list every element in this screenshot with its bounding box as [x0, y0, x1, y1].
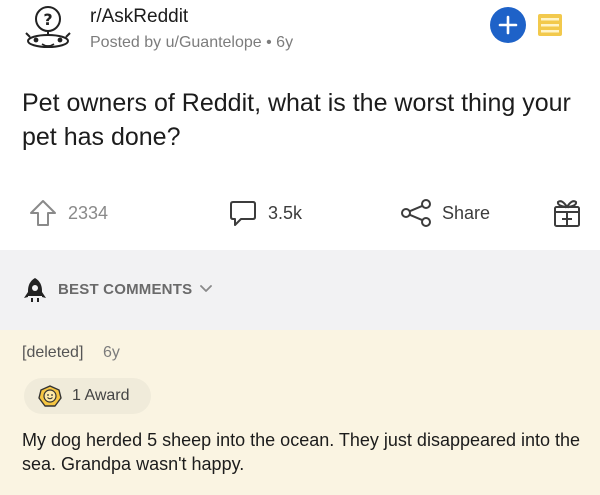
upvote-arrow-icon	[30, 200, 56, 226]
post-action-bar: 2334 3.5k Share	[0, 190, 600, 240]
sort-dropdown[interactable]: BEST COMMENTS	[22, 274, 213, 304]
sort-label: BEST COMMENTS	[58, 280, 193, 298]
comment: [deleted] 6y 1 Award My dog herded 5 she…	[0, 330, 600, 495]
post-header: ? r/AskReddit Posted by u/Guantelope • 6…	[0, 0, 600, 70]
svg-text:?: ?	[43, 10, 52, 29]
award-count: 1 Award	[72, 387, 130, 404]
vote-count: 2334	[68, 202, 109, 223]
share-icon	[401, 199, 431, 227]
rocket-icon	[24, 278, 46, 302]
comment-age: 6y	[103, 344, 120, 361]
comments-button[interactable]: 3.5k	[228, 190, 302, 236]
sort-bar: BEST COMMENTS	[0, 250, 600, 330]
menu-icon[interactable]	[538, 14, 562, 36]
gift-icon	[554, 200, 580, 227]
award-pill[interactable]: 1 Award	[24, 378, 151, 414]
join-button[interactable]	[490, 7, 526, 43]
share-label: Share	[442, 202, 491, 223]
post-title[interactable]: Pet owners of Reddit, what is the worst …	[22, 86, 587, 154]
comment-author[interactable]: [deleted]	[22, 344, 83, 362]
askreddit-snoo-icon[interactable]: ?	[22, 5, 78, 53]
plus-icon	[498, 15, 518, 35]
upvote-button[interactable]: 2334	[28, 190, 108, 236]
post-meta: Posted by u/Guantelope • 6y	[90, 34, 294, 51]
chevron-down-icon	[200, 285, 213, 292]
share-button[interactable]: Share	[400, 190, 490, 236]
subreddit-name[interactable]: r/AskReddit	[90, 6, 188, 28]
award-button[interactable]	[552, 190, 582, 236]
post-page: ? r/AskReddit Posted by u/Guantelope • 6…	[0, 0, 600, 495]
comment-bubble-icon	[230, 201, 256, 226]
comment-body: My dog herded 5 sheep into the ocean. Th…	[22, 430, 581, 474]
wholesome-award-icon	[38, 385, 62, 407]
comment-count: 3.5k	[268, 202, 303, 223]
